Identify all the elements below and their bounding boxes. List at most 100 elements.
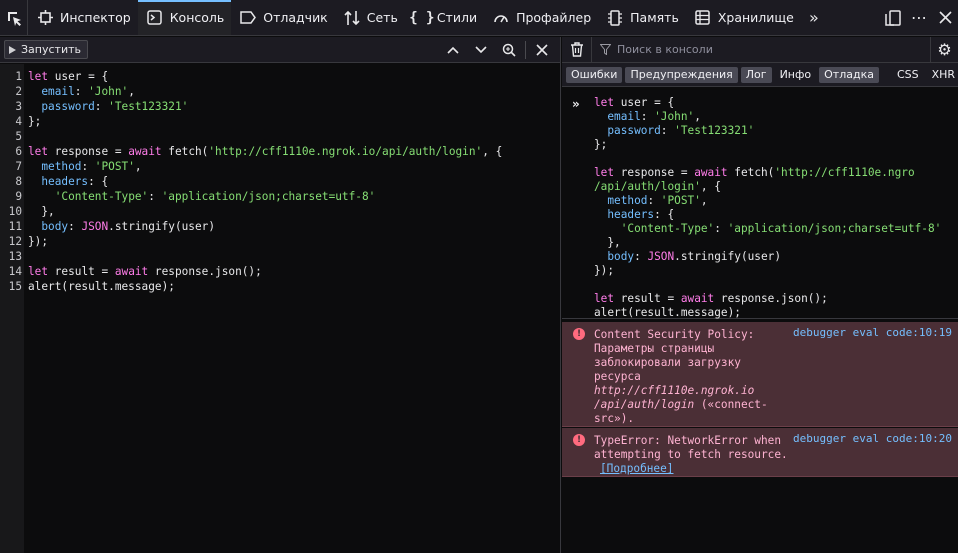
tab-label: Сеть	[366, 10, 398, 25]
error-text: TypeError: NetworkError when	[594, 434, 782, 447]
reverse-search-button[interactable]	[495, 37, 523, 63]
profiler-icon	[492, 9, 510, 27]
error-text: Content Security Policy:	[594, 328, 755, 341]
echo-line: body: JSON.stringify(user)	[607, 250, 782, 263]
console-settings-button[interactable]: ⚙	[930, 36, 958, 63]
history-prev-button[interactable]	[439, 37, 467, 63]
code-editor[interactable]: 1 let user = { 2 email: 'John', 3 passwor…	[0, 64, 560, 553]
error-icon: !	[573, 328, 585, 340]
tab-label: Хранилище	[717, 10, 794, 25]
console-input-message: » let user = { email: 'John', password: …	[562, 89, 958, 319]
tab-label: Память	[630, 10, 679, 25]
error-message-typeerror: ! TypeError: NetworkError when attemptin…	[562, 428, 958, 477]
echo-line: };	[594, 138, 608, 151]
learn-more-link[interactable]: [Подробнее]	[600, 462, 673, 476]
code-line: 7 method: 'POST',	[15, 160, 142, 173]
code-line: 9 'Content-Type': 'application/json;char…	[15, 190, 376, 203]
tab-style-editor[interactable]: { } Стили	[405, 0, 484, 35]
code-line: 12});	[8, 235, 49, 248]
echo-line: 'Content-Type': 'application/json;charse…	[620, 222, 942, 235]
close-editor-button[interactable]	[528, 37, 556, 63]
clear-console-button[interactable]	[562, 36, 592, 63]
echo-line: password: 'Test123321'	[607, 124, 755, 137]
tab-memory[interactable]: Память	[598, 0, 686, 35]
error-url: http://cff1110e.ngrok.io	[594, 384, 755, 397]
chevron-up-icon	[447, 46, 459, 54]
echo-line: /api/auth/login', {	[594, 180, 721, 193]
tab-storage[interactable]: Хранилище	[686, 0, 801, 35]
tab-inspector[interactable]: Инспектор	[28, 0, 138, 35]
console-icon	[146, 9, 164, 27]
filter-errors-button[interactable]: Ошибки	[566, 66, 623, 83]
pick-element-icon	[7, 11, 21, 26]
error-text: attempting to fetch resource.	[594, 448, 788, 461]
code-line: 11 body: JSON.stringify(user)	[8, 220, 216, 233]
code-line: 10 },	[8, 205, 55, 218]
filter-info-button[interactable]: Инфо	[775, 67, 817, 83]
meatball-menu-button[interactable]: ⋯	[906, 0, 932, 36]
echo-line: let result = await response.json();	[594, 292, 828, 305]
close-devtools-button[interactable]	[932, 0, 958, 36]
more-icon: ⋯	[911, 8, 927, 27]
play-icon	[9, 45, 16, 54]
console-messages: » let user = { email: 'John', password: …	[562, 89, 958, 553]
filter-log-button[interactable]: Лог	[740, 66, 772, 83]
trash-icon	[570, 42, 583, 57]
error-message-csp: ! Content Security Policy: Параметры стр…	[562, 322, 958, 427]
code-line: 6 let response = await fetch('http://cff1…	[15, 145, 503, 158]
tab-label: Профайлер	[516, 10, 592, 25]
filter-css-button[interactable]: CSS	[892, 67, 924, 83]
tab-network[interactable]: Сеть	[335, 0, 405, 35]
code-line: 2 email: 'John',	[15, 85, 135, 98]
tab-debugger[interactable]: Отладчик	[231, 0, 334, 35]
error-source-link[interactable]: debugger eval code:10:19	[793, 326, 952, 339]
echo-line: headers: {	[607, 208, 675, 221]
filter-debug-button[interactable]: Отладка	[819, 66, 879, 83]
close-icon	[536, 43, 548, 56]
code-line: 1 let user = {	[15, 70, 109, 83]
error-text: Параметры страницы	[594, 342, 715, 355]
filter-warnings-button[interactable]: Предупреждения	[625, 66, 738, 83]
echo-line: let response = await fetch('http://cff11…	[594, 166, 915, 179]
console-filter-input[interactable]: Поиск в консоли	[592, 43, 930, 56]
code-line: 8 headers: {	[15, 175, 109, 188]
filter-xhr-button[interactable]: XHR	[927, 67, 958, 83]
editor-toolbar: Запустить	[0, 37, 560, 63]
code-line: 14 let result = await response.json();	[8, 265, 262, 278]
code-line: 5	[15, 130, 22, 143]
error-text: src»).	[594, 412, 635, 425]
tab-label: Инспектор	[60, 10, 131, 25]
gear-icon: ⚙	[937, 40, 952, 59]
code-line: 4};	[15, 115, 42, 128]
run-label: Запустить	[21, 43, 81, 56]
devtools-toolbar: Инспектор Консоль Отладчик Сеть { } Стил…	[0, 0, 958, 36]
more-tools-button[interactable]: »	[801, 0, 827, 35]
error-text: заблокировали загрузку	[594, 356, 741, 369]
storage-icon	[694, 9, 712, 27]
history-next-button[interactable]	[467, 37, 495, 63]
search-icon	[502, 43, 516, 57]
console-filter-bar: Поиск в консоли ⚙	[562, 36, 958, 63]
error-source-link[interactable]: debugger eval code:10:20	[793, 432, 952, 445]
error-icon: !	[573, 434, 585, 446]
element-picker-button[interactable]	[0, 0, 28, 35]
close-icon	[938, 11, 952, 24]
chevron-down-icon	[475, 45, 487, 53]
console-level-filters: Ошибки Предупреждения Лог Инфо Отладка C…	[562, 63, 958, 87]
memory-icon	[606, 9, 624, 27]
echo-line: let user = {	[594, 96, 675, 109]
network-icon	[343, 9, 361, 27]
filter-placeholder: Поиск в консоли	[617, 43, 713, 56]
console-output-pane: Поиск в консоли ⚙ Ошибки Предупреждения …	[562, 36, 958, 553]
tab-profiler[interactable]: Профайлер	[484, 0, 598, 35]
dock-options-button[interactable]	[880, 0, 906, 36]
code-line: 15 alert(result.message);	[8, 280, 175, 293]
echo-line: });	[594, 264, 615, 277]
echo-line: },	[594, 236, 621, 249]
toolbar-divider	[525, 40, 526, 59]
tab-label: Стили	[436, 10, 478, 25]
error-text: /api/auth/login («connect-	[594, 398, 768, 411]
run-button[interactable]: Запустить	[4, 40, 88, 59]
tab-console[interactable]: Консоль	[137, 0, 232, 35]
dock-icon	[885, 9, 901, 26]
